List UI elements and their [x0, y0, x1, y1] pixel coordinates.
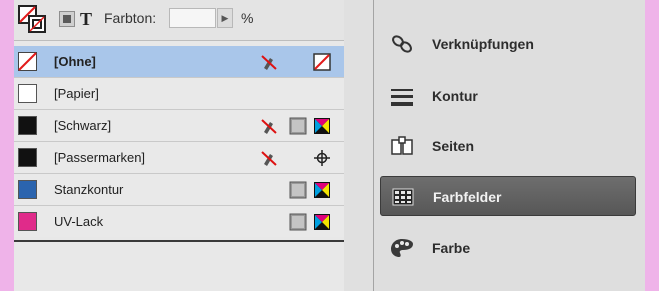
swatch-chip	[18, 180, 37, 199]
swatch-name: UV-Lack	[54, 214, 104, 229]
cmyk-icon	[314, 118, 330, 134]
tint-stepper-arrow-icon[interactable]: ▶	[217, 8, 233, 28]
links-icon	[392, 35, 412, 53]
swatch-list: [Ohne] [Papier] [Schwarz] [Passermarken]…	[14, 46, 344, 237]
swatch-name: [Passermarken]	[54, 150, 146, 165]
non-editable-icon	[261, 55, 277, 70]
swatch-name: Stanzkontur	[54, 182, 124, 197]
non-editable-icon	[261, 119, 277, 134]
swatch-name: [Schwarz]	[54, 118, 112, 133]
swatches-panel: T Farbton: ▶ % [Ohne] [Papier] [Schwarz]…	[14, 0, 344, 291]
none-color-icon	[313, 53, 331, 71]
cmyk-icon	[314, 214, 330, 230]
dock-item-swatches[interactable]: Farbfelder	[380, 176, 636, 216]
dock-item-color[interactable]: Farbe	[380, 228, 636, 268]
non-editable-icon	[261, 151, 277, 166]
process-color-icon	[289, 181, 307, 199]
list-divider	[14, 240, 344, 242]
swatches-toolbar: T Farbton: ▶ %	[14, 0, 344, 41]
dock-item-label: Kontur	[432, 88, 478, 104]
fill-stroke-icon[interactable]	[18, 5, 48, 35]
swatch-row-uv-lack[interactable]: UV-Lack	[14, 206, 344, 237]
text-mode-icon[interactable]: T	[80, 9, 92, 30]
dock-item-label: Seiten	[432, 138, 475, 154]
dock-item-label: Verknüpfungen	[432, 36, 534, 52]
dock-item-label: Farbfelder	[433, 189, 502, 205]
swatch-chip	[18, 148, 37, 167]
swatch-row-stanzkontur[interactable]: Stanzkontur	[14, 174, 344, 206]
swatches-icon	[392, 188, 414, 206]
swatch-chip	[18, 116, 37, 135]
tint-percent-label: %	[241, 10, 254, 26]
panel-dock: Verknüpfungen Kontur Seiten Farbfelder F…	[374, 0, 645, 291]
process-color-icon	[289, 117, 307, 135]
stroke-icon	[391, 89, 413, 106]
tint-label: Farbton:	[104, 10, 157, 26]
swatch-chip	[18, 52, 37, 71]
dock-item-label: Farbe	[432, 240, 471, 256]
process-color-icon	[289, 213, 307, 231]
cmyk-icon	[314, 182, 330, 198]
tint-input[interactable]	[169, 8, 216, 28]
swatch-row-registration[interactable]: [Passermarken]	[14, 142, 344, 174]
dock-item-links[interactable]: Verknüpfungen	[380, 24, 636, 64]
registration-icon	[314, 150, 330, 166]
swatch-name: [Ohne]	[54, 54, 96, 69]
container-mode-icon[interactable]	[59, 11, 75, 27]
dock-item-pages[interactable]: Seiten	[380, 126, 636, 166]
swatch-row-none[interactable]: [Ohne]	[14, 46, 344, 78]
swatch-chip	[18, 212, 37, 231]
swatch-row-black[interactable]: [Schwarz]	[14, 110, 344, 142]
pages-icon	[391, 136, 413, 155]
swatch-chip	[18, 84, 37, 103]
swatch-row-paper[interactable]: [Papier]	[14, 78, 344, 110]
dock-item-stroke[interactable]: Kontur	[380, 76, 636, 116]
color-palette-icon	[391, 239, 413, 257]
swatch-name: [Papier]	[54, 86, 99, 101]
panel-splitter[interactable]	[344, 0, 374, 291]
